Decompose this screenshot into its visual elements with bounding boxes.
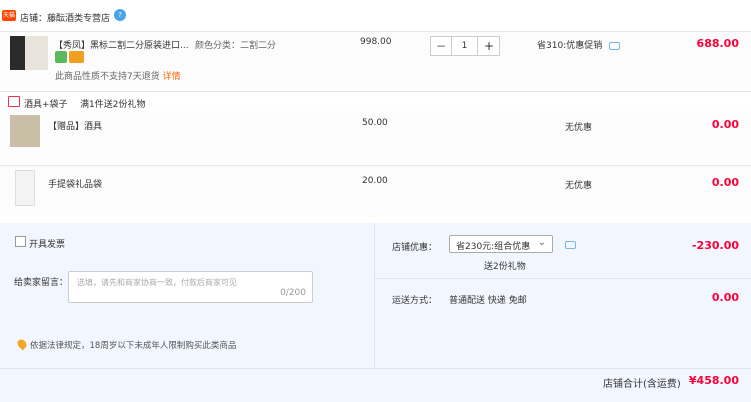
cart-item-main: 【秀凤】黑标二割二分原装进口... 颜色分类：二割二分 998.00 − 1 +… <box>0 31 751 87</box>
message-counter: 0/200 <box>280 288 306 298</box>
product-thumbnail[interactable] <box>15 170 35 206</box>
gift-header: 酒具+袋子 满1件送2份礼物 <box>0 91 751 111</box>
product-thumbnail[interactable] <box>10 115 40 147</box>
promo-text: 无优惠 <box>565 181 593 191</box>
return-notice: 此商品性质不支持7天退货 详情 <box>55 69 181 82</box>
chevron-down-icon: ⌄ <box>537 237 546 248</box>
tmall-icon: 天猫 <box>2 10 16 21</box>
cart-item-gift-2: 手提袋礼品袋 20.00 无优惠 0.00 <box>0 165 751 217</box>
total-label: 店铺合计(含运费) <box>603 379 681 390</box>
shipping-amount: 0.00 <box>711 291 739 304</box>
message-label: 给卖家留言： <box>14 278 69 288</box>
shop-level-icon[interactable]: ? <box>114 9 126 21</box>
product-thumbnail[interactable] <box>10 36 48 70</box>
unit-price: 50.00 <box>362 118 388 128</box>
shop-header: 天猫 店铺：藤酝酒类专营店 ? <box>0 0 751 32</box>
promo-text: 省310:优惠促销 <box>537 41 603 51</box>
shop-name[interactable]: 店铺：藤酝酒类专营店 <box>20 11 110 24</box>
discount-gift-note: 送2份礼物 <box>484 262 526 272</box>
product-title[interactable]: 手提袋礼品袋 <box>48 177 102 190</box>
card-pay-icon <box>69 51 84 63</box>
invoice-checkbox[interactable] <box>15 236 26 247</box>
item-subtotal: 0.00 <box>711 176 739 189</box>
unit-price: 998.00 <box>360 37 392 47</box>
quantity-stepper: − 1 + <box>430 36 500 56</box>
promo-text: 无优惠 <box>565 123 593 133</box>
invoice-label[interactable]: 开具发票 <box>29 237 65 250</box>
shipping-label: 运送方式： <box>392 296 438 306</box>
discount-label: 店铺优惠： <box>392 243 438 253</box>
cart-item-gift-1: 【赠品】酒具 50.00 无优惠 0.00 <box>0 111 751 161</box>
item-subtotal: 688.00 <box>696 37 739 50</box>
legal-notice: 依据法律规定，18周岁以下未成年人限制购买此类商品 <box>30 341 237 351</box>
qty-plus-button[interactable]: + <box>479 37 499 55</box>
panel-divider <box>0 368 751 369</box>
qty-minus-button[interactable]: − <box>431 37 451 55</box>
discount-amount: -230.00 <box>691 239 739 252</box>
message-textarea[interactable]: 选填，请先和商家协商一致，付款后商家可见 0/200 <box>68 271 313 303</box>
message-placeholder: 选填，请先和商家协商一致，付款后商家可见 <box>77 278 237 287</box>
chat-icon[interactable] <box>609 42 620 50</box>
gift-rule: 满1件送2份礼物 <box>80 100 146 110</box>
return-notice-text: 此商品性质不支持7天退货 <box>55 72 160 82</box>
guarantee-icon <box>55 51 67 63</box>
total-amount: ¥458.00 <box>688 374 739 387</box>
product-title[interactable]: 【秀凤】黑标二割二分原装进口... <box>54 38 189 51</box>
qty-input[interactable]: 1 <box>451 37 478 55</box>
order-options-panel: 开具发票 给卖家留言： 选填，请先和商家协商一致，付款后商家可见 0/200 依… <box>0 223 751 402</box>
location-pin-icon <box>15 337 29 351</box>
item-subtotal: 0.00 <box>711 118 739 131</box>
panel-divider <box>375 278 751 279</box>
discount-selected: 省230元:组合优惠 <box>456 242 531 252</box>
product-title[interactable]: 【赠品】酒具 <box>48 119 102 132</box>
gift-icon <box>8 96 20 107</box>
product-sku[interactable]: 颜色分类：二割二分 <box>195 38 276 51</box>
gift-title: 酒具+袋子 <box>24 100 68 110</box>
unit-price: 20.00 <box>362 176 388 186</box>
chat-icon[interactable] <box>565 241 576 249</box>
shipping-method: 普通配送 快递 免邮 <box>449 296 527 306</box>
panel-divider <box>374 223 375 368</box>
discount-select[interactable]: 省230元:组合优惠 ⌄ <box>449 235 553 253</box>
return-detail-link[interactable]: 详情 <box>163 72 181 82</box>
